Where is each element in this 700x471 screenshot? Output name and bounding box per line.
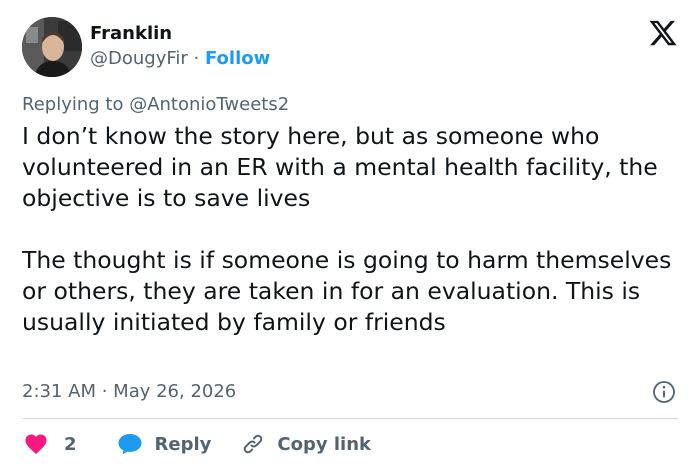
replying-prefix: Replying to	[22, 94, 130, 115]
tweet-timestamp[interactable]: 2:31 AM · May 26, 2026	[22, 380, 236, 404]
tweet-date: May 26, 2026	[113, 381, 237, 402]
author-name[interactable]: Franklin	[90, 22, 172, 46]
x-logo-icon[interactable]	[648, 18, 678, 48]
action-bar: 2 Reply Copy link	[24, 430, 371, 458]
follow-button[interactable]: Follow	[205, 48, 270, 69]
like-button[interactable]: 2	[24, 433, 117, 455]
divider	[22, 418, 678, 419]
author-handle-row: @DougyFir · Follow	[90, 47, 270, 71]
date-separator: ·	[96, 381, 114, 402]
reply-context: Replying to @AntonioTweets2	[22, 93, 289, 117]
speech-bubble-icon	[118, 434, 142, 455]
link-icon	[244, 434, 263, 454]
reply-button[interactable]: Reply	[117, 432, 242, 456]
tweet-text: I don’t know the story here, but as some…	[22, 122, 672, 336]
copy-link-button[interactable]: Copy link	[241, 432, 371, 456]
reply-mention-link[interactable]: @AntonioTweets2	[129, 94, 289, 115]
heart-icon	[25, 434, 47, 454]
info-icon[interactable]	[652, 380, 676, 404]
handle-separator: ·	[187, 48, 205, 69]
reply-label: Reply	[154, 433, 212, 455]
avatar-photo	[22, 17, 82, 77]
tweet-time: 2:31 AM	[22, 381, 96, 402]
author-handle[interactable]: @DougyFir	[90, 48, 188, 69]
copy-link-label: Copy link	[277, 433, 371, 455]
tweet-card: Franklin @DougyFir · Follow Replying to …	[0, 0, 700, 471]
avatar[interactable]	[22, 17, 82, 77]
like-count: 2	[64, 433, 77, 455]
